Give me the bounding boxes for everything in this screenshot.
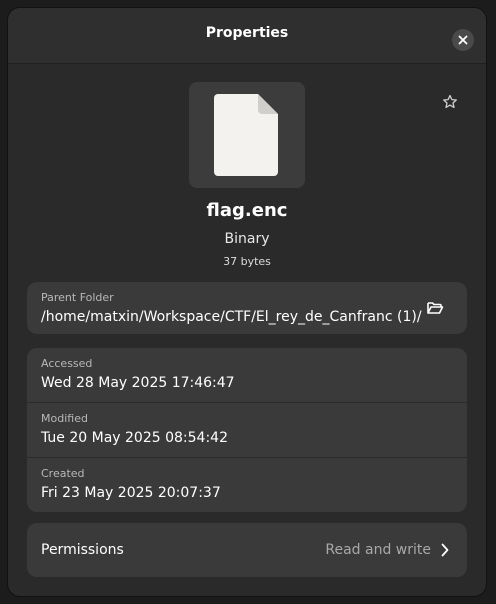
open-folder-icon [427, 302, 444, 314]
file-name: flag.enc [206, 200, 288, 221]
document-icon [214, 94, 278, 176]
open-folder-button[interactable] [423, 296, 447, 320]
accessed-label: Accessed [41, 357, 93, 370]
file-size: 37 bytes [223, 255, 271, 268]
close-icon [458, 35, 468, 45]
star-outline-icon [443, 94, 457, 109]
chevron-right-icon [441, 543, 449, 557]
parent-folder-row: Parent Folder /home/matxin/Workspace/CTF… [27, 282, 467, 334]
properties-dialog: Properties flag.enc Binary 37 bytes Pare… [8, 8, 486, 596]
dialog-title: Properties [205, 25, 289, 41]
close-button[interactable] [452, 29, 474, 51]
dates-card: Accessed Wed 28 May 2025 17:46:47 Modifi… [27, 348, 467, 512]
modified-label: Modified [41, 412, 88, 425]
parent-folder-path[interactable]: /home/matxin/Workspace/CTF/El_rey_de_Can… [41, 309, 422, 325]
permissions-label: Permissions [41, 542, 124, 558]
permissions-value: Read and write [325, 542, 431, 558]
accessed-row: Accessed Wed 28 May 2025 17:46:47 [27, 348, 467, 402]
dialog-header: Properties [8, 8, 486, 64]
modified-row: Modified Tue 20 May 2025 08:54:42 [27, 403, 467, 457]
permissions-chevron [437, 540, 453, 560]
accessed-value: Wed 28 May 2025 17:46:47 [41, 375, 235, 391]
modified-value: Tue 20 May 2025 08:54:42 [41, 430, 228, 446]
created-row: Created Fri 23 May 2025 20:07:37 [27, 458, 467, 512]
parent-folder-label: Parent Folder [41, 291, 114, 304]
file-icon-tile [189, 82, 305, 188]
created-value: Fri 23 May 2025 20:07:37 [41, 485, 221, 501]
permissions-row[interactable]: Permissions Read and write [27, 523, 467, 577]
star-button[interactable] [438, 90, 462, 114]
file-type: Binary [224, 231, 270, 247]
created-label: Created [41, 467, 85, 480]
